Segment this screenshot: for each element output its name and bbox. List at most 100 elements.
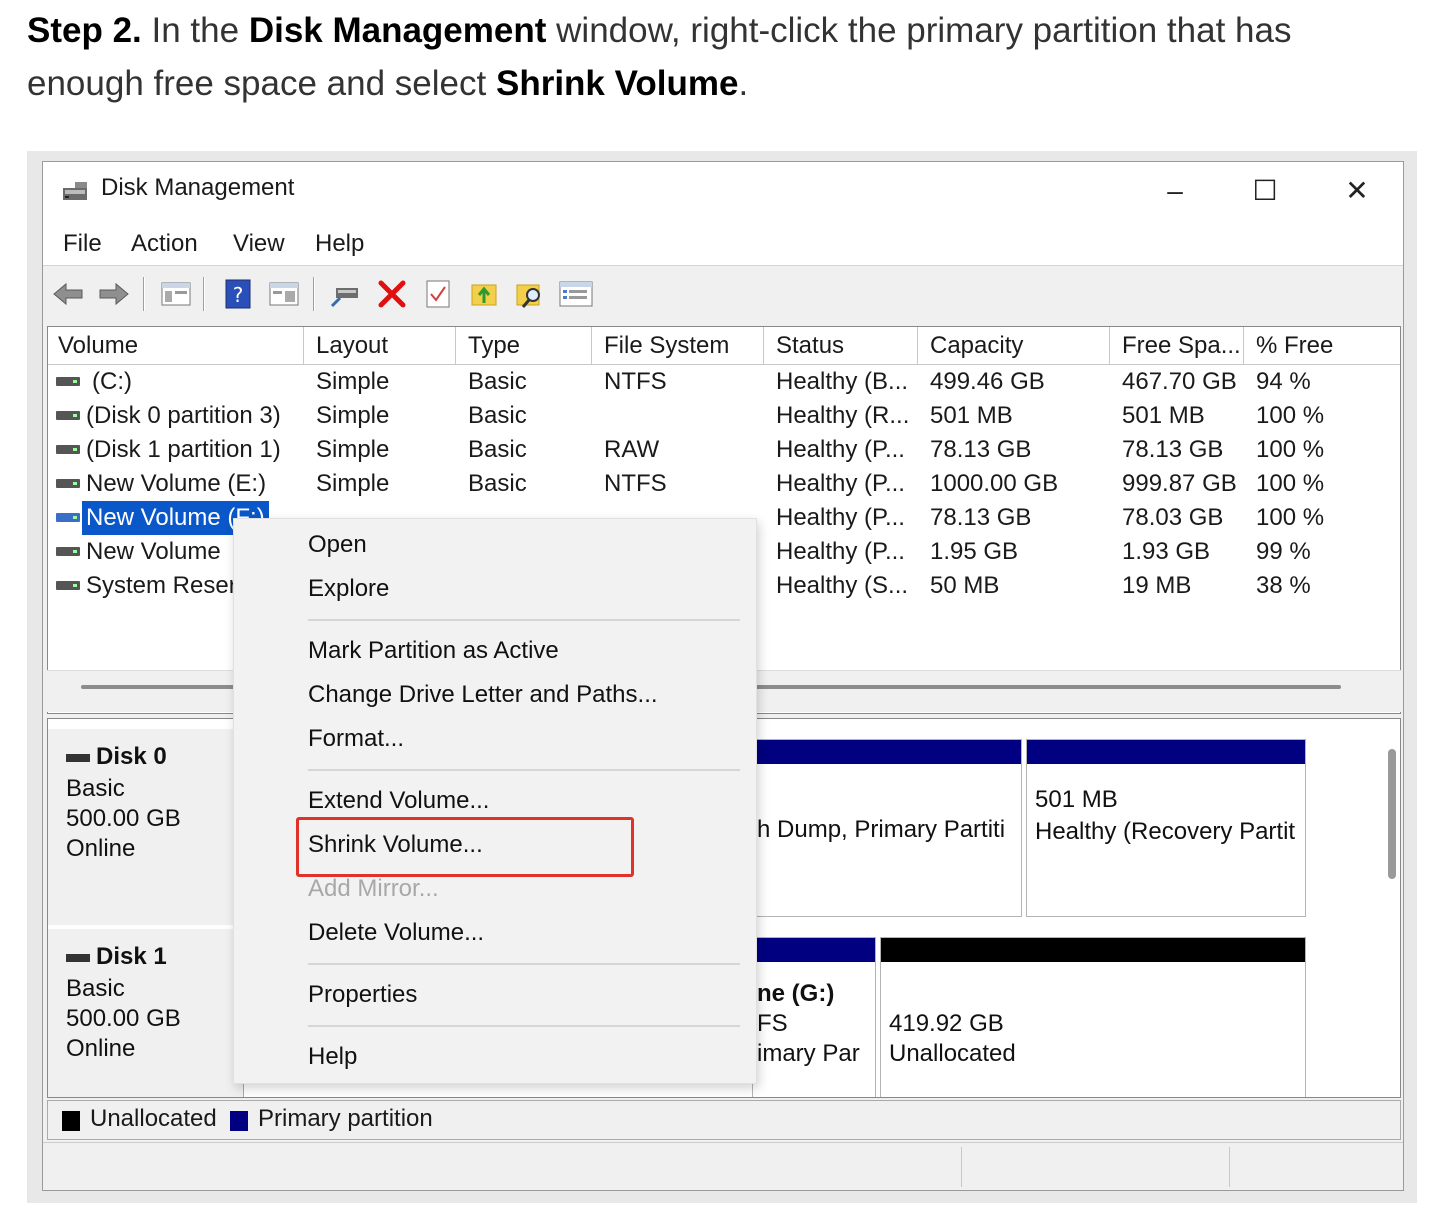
disk-icon bbox=[66, 753, 90, 762]
back-arrow-icon[interactable] bbox=[51, 277, 85, 311]
disk-icon bbox=[66, 953, 90, 962]
toolbar-separator bbox=[313, 277, 315, 311]
disk-1-size: 500.00 GB bbox=[66, 1005, 181, 1032]
disk-0-type: Basic bbox=[66, 775, 125, 802]
volume-pct: 100 % bbox=[1256, 504, 1325, 531]
volume-free: 999.87 GB bbox=[1122, 470, 1237, 497]
volume-status: Healthy (R... bbox=[776, 402, 910, 429]
menu-action[interactable]: Action bbox=[131, 230, 198, 258]
disk-0-label[interactable]: Disk 0 Basic 500.00 GB Online bbox=[48, 729, 244, 925]
volume-free: 1.93 GB bbox=[1122, 538, 1211, 565]
col-status[interactable]: Status bbox=[766, 327, 918, 365]
volume-type: Basic bbox=[468, 402, 527, 429]
col-volume[interactable]: Volume bbox=[48, 327, 304, 365]
connect-drive-icon[interactable] bbox=[329, 277, 363, 311]
drive-icon bbox=[56, 547, 80, 556]
partition-status: h Dump, Primary Partiti bbox=[757, 816, 1006, 843]
list-view-icon[interactable] bbox=[559, 277, 593, 311]
volume-free: 467.70 GB bbox=[1122, 368, 1237, 395]
volume-row-c[interactable]: (C:) Simple Basic NTFS Healthy (B... 499… bbox=[48, 365, 1400, 399]
ctx-format[interactable]: Format... bbox=[308, 725, 404, 753]
volume-layout: Simple bbox=[316, 368, 390, 395]
ctx-change-drive-letter[interactable]: Change Drive Letter and Paths... bbox=[308, 681, 658, 709]
title-bar[interactable]: Disk Management – ☐ ✕ bbox=[43, 162, 1403, 222]
col-file-system[interactable]: File System bbox=[594, 327, 764, 365]
volume-row-disk0-p3[interactable]: (Disk 0 partition 3) Simple Basic Health… bbox=[48, 399, 1400, 433]
instruction-period: . bbox=[738, 64, 749, 103]
drive-icon bbox=[56, 513, 80, 522]
ctx-extend-volume[interactable]: Extend Volume... bbox=[308, 787, 489, 815]
menu-view[interactable]: View bbox=[233, 230, 285, 258]
toolbar-separator bbox=[143, 277, 145, 311]
properties-pane-icon[interactable] bbox=[267, 277, 301, 311]
vertical-scrollbar[interactable] bbox=[1388, 749, 1396, 879]
volume-free: 501 MB bbox=[1122, 402, 1205, 429]
delete-x-icon[interactable] bbox=[375, 277, 409, 311]
volume-row-e[interactable]: New Volume (E:) Simple Basic NTFS Health… bbox=[48, 467, 1400, 501]
volume-layout: Simple bbox=[316, 436, 390, 463]
disk-1-unallocated[interactable]: 419.92 GB Unallocated bbox=[880, 937, 1306, 1097]
help-icon[interactable]: ? bbox=[221, 277, 255, 311]
ctx-mark-active[interactable]: Mark Partition as Active bbox=[308, 637, 559, 665]
volume-row-disk1-p1[interactable]: (Disk 1 partition 1) Simple Basic RAW He… bbox=[48, 433, 1400, 467]
instruction-bold-action: Shrink Volume bbox=[495, 64, 739, 103]
volume-capacity: 1.95 GB bbox=[930, 538, 1019, 565]
volume-type: Basic bbox=[468, 368, 527, 395]
ctx-help[interactable]: Help bbox=[308, 1043, 357, 1071]
volume-status: Healthy (P... bbox=[776, 470, 905, 497]
ctx-properties[interactable]: Properties bbox=[308, 981, 417, 1009]
toolbar-separator bbox=[203, 277, 205, 311]
volume-pct: 94 % bbox=[1256, 368, 1311, 395]
status-divider bbox=[1229, 1147, 1230, 1187]
disk-1-partition-g[interactable]: ne (G:) FS imary Par bbox=[752, 937, 876, 1097]
window-title: Disk Management bbox=[101, 174, 295, 201]
ctx-explore[interactable]: Explore bbox=[308, 575, 389, 603]
step-label: Step 2. bbox=[27, 11, 142, 50]
disk-0-partition-crash-dump[interactable]: h Dump, Primary Partiti bbox=[752, 739, 1022, 917]
volume-layout: Simple bbox=[316, 402, 390, 429]
volume-name: (C:) bbox=[92, 368, 132, 395]
volume-name: New Volume (E:) bbox=[86, 470, 267, 497]
folder-up-icon[interactable] bbox=[467, 277, 501, 311]
col-capacity[interactable]: Capacity bbox=[920, 327, 1110, 365]
legend-unallocated: Unallocated bbox=[90, 1105, 217, 1132]
col-free-space[interactable]: Free Spa... bbox=[1112, 327, 1244, 365]
check-document-icon[interactable] bbox=[421, 277, 455, 311]
col-percent-free[interactable]: % Free bbox=[1246, 327, 1400, 365]
volume-fs: RAW bbox=[604, 436, 660, 463]
col-type[interactable]: Type bbox=[458, 327, 592, 365]
show-hide-console-tree-icon[interactable] bbox=[159, 277, 193, 311]
close-button[interactable]: ✕ bbox=[1333, 168, 1381, 214]
minimize-button[interactable]: – bbox=[1151, 168, 1199, 214]
volume-capacity: 78.13 GB bbox=[930, 436, 1032, 463]
partition-bar bbox=[753, 938, 875, 962]
col-layout[interactable]: Layout bbox=[306, 327, 456, 365]
menu-help[interactable]: Help bbox=[315, 230, 364, 258]
ctx-separator bbox=[308, 769, 740, 771]
partition-size: 501 MB bbox=[1035, 786, 1118, 813]
disk-name-text: Disk 0 bbox=[96, 743, 167, 770]
partition-name: ne (G:) bbox=[757, 980, 835, 1007]
toolbar: ? bbox=[43, 267, 1403, 321]
drive-icon bbox=[56, 581, 80, 590]
ctx-open[interactable]: Open bbox=[308, 531, 367, 559]
volume-pct: 99 % bbox=[1256, 538, 1311, 565]
maximize-button[interactable]: ☐ bbox=[1241, 168, 1289, 214]
volume-name: New Volume bbox=[86, 538, 221, 565]
volume-free: 78.13 GB bbox=[1122, 436, 1224, 463]
volume-capacity: 501 MB bbox=[930, 402, 1013, 429]
partition-status: imary Par bbox=[757, 1040, 860, 1067]
drive-icon bbox=[56, 377, 80, 386]
disk-1-label[interactable]: Disk 1 Basic 500.00 GB Online bbox=[48, 929, 244, 1097]
menu-file[interactable]: File bbox=[63, 230, 102, 258]
disk-0-state: Online bbox=[66, 835, 136, 862]
volume-name: (Disk 1 partition 1) bbox=[86, 436, 281, 463]
volume-type: Basic bbox=[468, 436, 527, 463]
search-folder-icon[interactable] bbox=[513, 277, 547, 311]
volume-status: Healthy (P... bbox=[776, 436, 905, 463]
legend-bar: Unallocated Primary partition bbox=[47, 1100, 1401, 1140]
forward-arrow-icon[interactable] bbox=[97, 277, 131, 311]
ctx-delete-volume[interactable]: Delete Volume... bbox=[308, 919, 484, 947]
disk-0-partition-recovery[interactable]: 501 MB Healthy (Recovery Partit bbox=[1026, 739, 1306, 917]
volume-capacity: 1000.00 GB bbox=[930, 470, 1059, 497]
